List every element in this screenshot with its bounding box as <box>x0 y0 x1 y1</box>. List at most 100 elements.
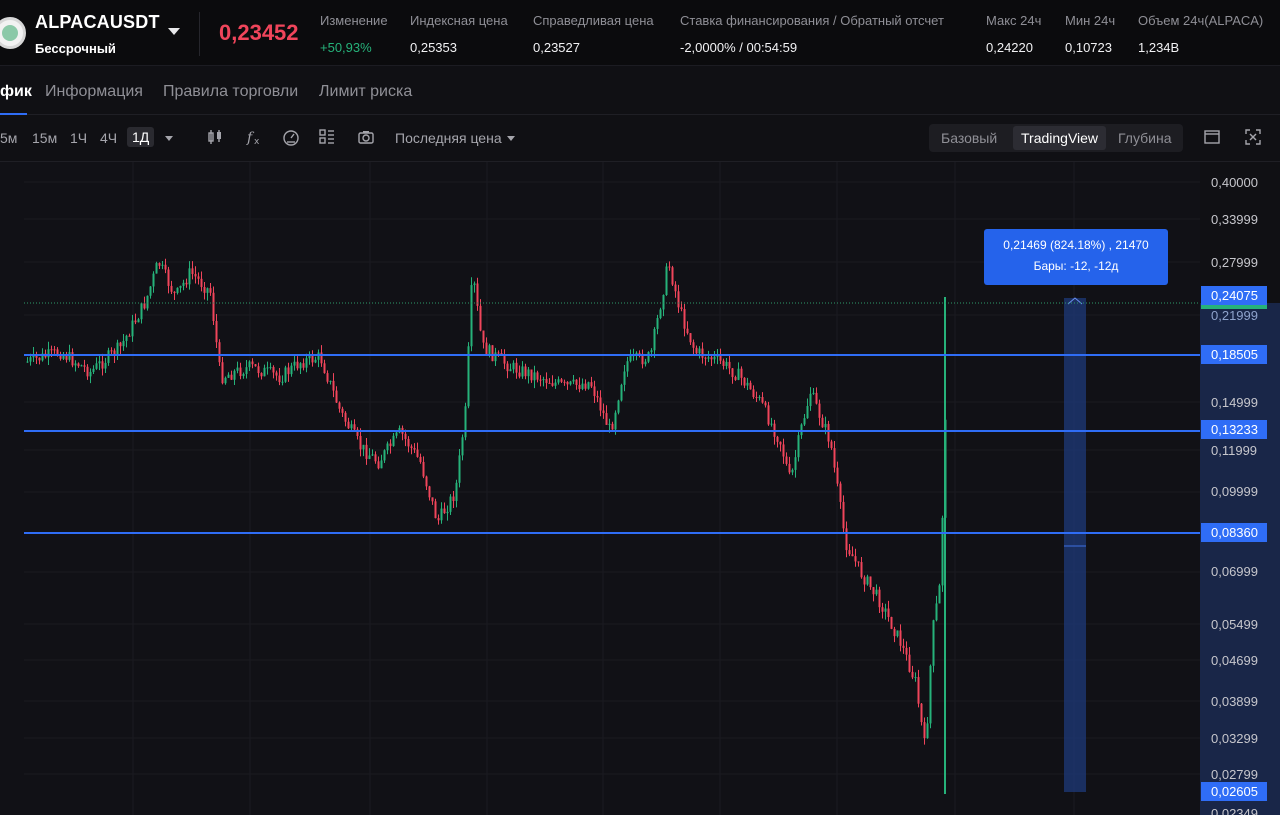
window-icon[interactable] <box>1203 128 1221 146</box>
price-tick: 0,02349 <box>1211 806 1258 815</box>
candle-body <box>890 616 893 629</box>
candle-body <box>380 460 383 469</box>
tab-information[interactable]: Информация <box>45 83 143 101</box>
candle-body <box>374 454 377 462</box>
drawing-tools-strip[interactable] <box>0 162 24 815</box>
stat-value: 1,234B <box>1138 40 1180 55</box>
candle-body <box>899 630 902 646</box>
camera-icon[interactable] <box>357 128 375 146</box>
gauge-icon[interactable] <box>282 128 300 146</box>
symbol-name[interactable]: ALPACAUSDT <box>35 12 160 33</box>
candle-body <box>488 345 491 356</box>
candle-body <box>617 400 620 413</box>
level-tag[interactable]: 0,08360 <box>1201 523 1267 542</box>
candle-body <box>266 367 269 369</box>
view-basic-button[interactable]: Базовый <box>941 130 997 146</box>
candle-body <box>275 372 278 376</box>
fullscreen-icon[interactable] <box>1244 128 1262 146</box>
candle-body <box>419 456 422 462</box>
stat-low-24h: Мин 24ч 0,10723 <box>1065 13 1115 55</box>
candle-body <box>425 476 428 487</box>
level-tag[interactable]: 0,13233 <box>1201 420 1267 439</box>
candle-body <box>779 441 782 445</box>
price-tick: 0,03899 <box>1211 694 1258 709</box>
candle-body <box>407 438 410 447</box>
timeframe-5m[interactable]: 5м <box>0 130 17 146</box>
candle-body <box>236 367 239 371</box>
symbol-dropdown-icon[interactable] <box>168 28 180 35</box>
candle-body <box>788 463 791 473</box>
candle-body <box>416 449 419 457</box>
candle-body <box>38 357 41 361</box>
candle-body <box>761 397 764 403</box>
candle-body <box>551 383 554 386</box>
tab-risk-limit[interactable]: Лимит риска <box>319 83 412 101</box>
candle-body <box>833 448 836 468</box>
candle-body <box>482 330 485 343</box>
candle-body <box>143 303 146 309</box>
stat-label: Изменение <box>320 13 388 28</box>
candle-body <box>302 363 305 368</box>
candle-body <box>809 393 812 407</box>
measure-line-1: 0,21469 (824.18%) , 21470 <box>1003 238 1149 252</box>
view-tradingview-button[interactable]: TradingView <box>1013 126 1107 150</box>
candles-icon[interactable] <box>206 128 224 146</box>
candle-body <box>887 608 890 617</box>
stat-change: Изменение +50,93% <box>320 13 388 55</box>
price-chart[interactable]: 0,40000 0,33999 0,27999 0,21999 0,14999 … <box>0 162 1280 815</box>
candle-body <box>287 367 290 375</box>
timeframe-15m[interactable]: 15м <box>32 130 57 146</box>
stat-label: Объем 24ч(ALPACA) <box>1138 13 1264 28</box>
candle-body <box>284 367 287 382</box>
candle-body <box>683 309 686 329</box>
candle-body <box>827 423 830 442</box>
candle-body <box>830 441 833 449</box>
tab-chart[interactable]: фик <box>0 83 32 101</box>
layout-icon[interactable] <box>318 128 336 146</box>
candle-body <box>209 288 212 293</box>
candle-body <box>686 328 689 334</box>
stat-label: Индексная цена <box>410 13 508 28</box>
price-tag: 0,24075 <box>1201 286 1267 305</box>
candle-body <box>119 342 122 347</box>
timeframe-1h[interactable]: 1Ч <box>70 130 87 146</box>
candle-body <box>590 382 593 387</box>
candle-body <box>125 335 128 341</box>
timeframe-4h[interactable]: 4Ч <box>100 130 117 146</box>
price-type-select[interactable]: Последняя цена <box>395 130 515 146</box>
candle-body <box>572 379 575 382</box>
candle-body <box>908 654 911 672</box>
candle-body <box>665 266 668 296</box>
candle-body <box>428 486 431 498</box>
price-tick: 0,33999 <box>1211 212 1258 227</box>
candle-body <box>893 628 896 637</box>
candle-body <box>353 424 356 430</box>
timeframe-1d[interactable]: 1Д <box>127 127 155 147</box>
stat-value: 0,25353 <box>410 40 457 55</box>
candle-body <box>713 356 716 360</box>
timeframe-dropdown-icon[interactable] <box>165 136 173 141</box>
candle-body <box>701 348 704 358</box>
last-price-marker <box>1201 305 1267 309</box>
candle-body <box>371 454 374 456</box>
candle-body <box>359 435 362 450</box>
candle-body <box>332 380 335 391</box>
candle-body <box>524 366 527 377</box>
price-tick: 0,27999 <box>1211 255 1258 270</box>
candle-body <box>245 367 248 374</box>
candle-body <box>749 382 752 390</box>
candle-body <box>179 285 182 288</box>
view-depth-button[interactable]: Глубина <box>1118 130 1171 146</box>
level-tag[interactable]: 0,18505 <box>1201 345 1267 364</box>
indicator-fx-icon[interactable]: fx <box>246 128 264 147</box>
tab-trading-rules[interactable]: Правила торговли <box>163 83 298 101</box>
candle-body <box>614 412 617 430</box>
candle-body <box>188 268 191 285</box>
candle-body <box>872 587 875 595</box>
price-tick: 0,14999 <box>1211 395 1258 410</box>
candle-body <box>578 384 581 389</box>
candle-body <box>506 363 509 372</box>
price-tick: 0,11999 <box>1211 443 1258 458</box>
candle-body <box>470 285 473 347</box>
candle-body <box>131 320 134 337</box>
